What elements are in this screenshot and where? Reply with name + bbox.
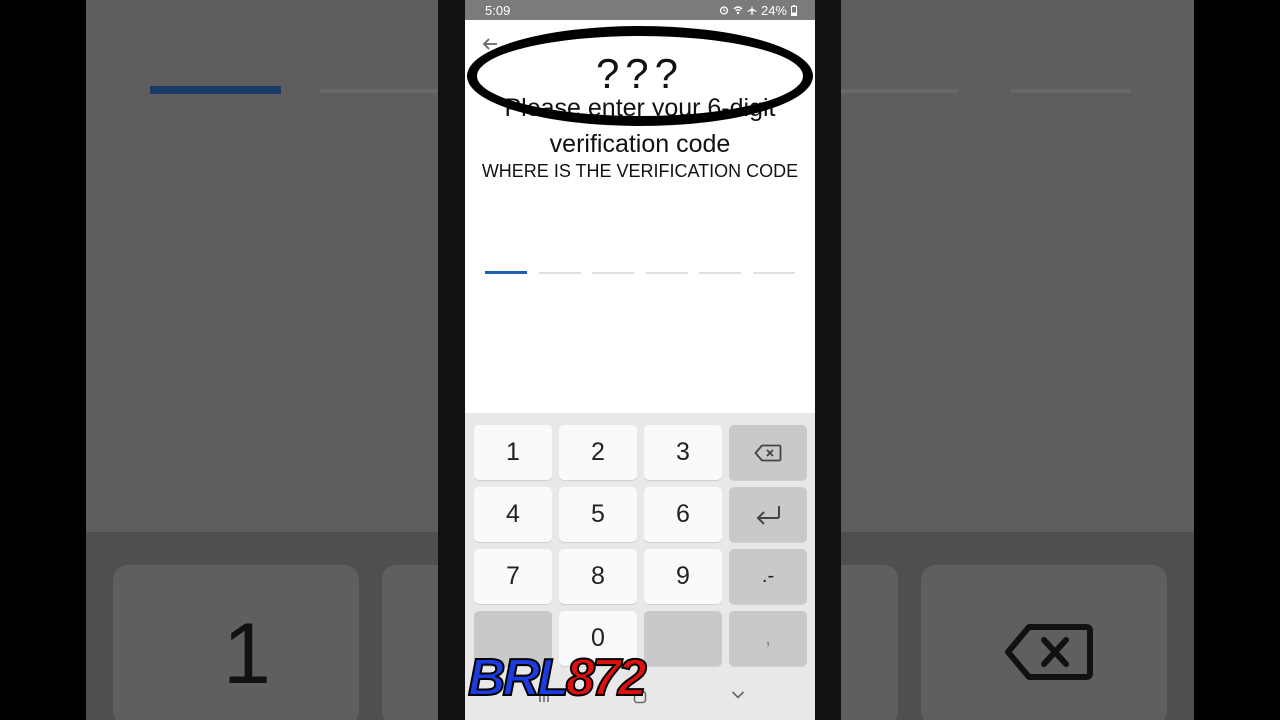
dot-dash-key[interactable]: .- [729,549,807,604]
key-5[interactable]: 5 [559,487,637,542]
key-7[interactable]: 7 [474,549,552,604]
background-backspace-icon [1005,624,1093,680]
status-bar: 5:09 24% [465,0,815,20]
status-time: 5:09 [485,2,511,18]
background-slot [320,89,440,93]
background-slot [838,89,958,93]
key-8[interactable]: 8 [559,549,637,604]
watermark-logo: BRL872 [467,648,648,708]
alarm-icon [719,6,729,15]
caption-text: WHERE IS THE VERIFICATION CODE [481,161,799,181]
airplane-icon [747,5,757,15]
phone-screen: 5:09 24% Please enter your 6-digit verif… [465,0,815,720]
background-slot [1011,89,1131,93]
code-slot-3[interactable] [592,272,635,274]
comma-key[interactable]: , [729,611,807,666]
backspace-key[interactable] [729,425,807,480]
enter-key[interactable] [729,487,807,542]
dot-dash-label: .- [761,565,775,587]
status-icons: 24% [719,3,797,18]
comma-label: , [765,627,771,649]
question-marks: ??? [595,50,685,97]
battery-icon [791,4,797,16]
key-2[interactable]: 2 [559,425,637,480]
background-key-label: 1 [223,606,271,702]
code-slot-6[interactable] [752,272,795,274]
key-3[interactable]: 3 [644,425,722,480]
phone-frame: 5:09 24% Please enter your 6-digit verif… [438,0,841,720]
watermark-part-1: BRL [467,648,570,708]
code-input[interactable] [485,271,795,274]
code-slot-2[interactable] [538,272,581,274]
code-slot-1[interactable] [485,271,527,274]
hide-keyboard-icon[interactable] [731,690,745,700]
space-key[interactable] [644,611,722,666]
backspace-icon [754,444,782,461]
code-slot-5[interactable] [699,272,742,274]
key-9[interactable]: 9 [644,549,722,604]
key-6[interactable]: 6 [644,487,722,542]
code-slot-4[interactable] [645,272,688,274]
battery-percent: 24% [760,2,787,18]
key-1[interactable]: 1 [474,425,552,480]
watermark-part-2: 872 [565,648,648,708]
background-active-slot [150,86,281,94]
wifi-icon [733,6,743,15]
enter-icon [756,505,780,525]
key-4[interactable]: 4 [474,487,552,542]
